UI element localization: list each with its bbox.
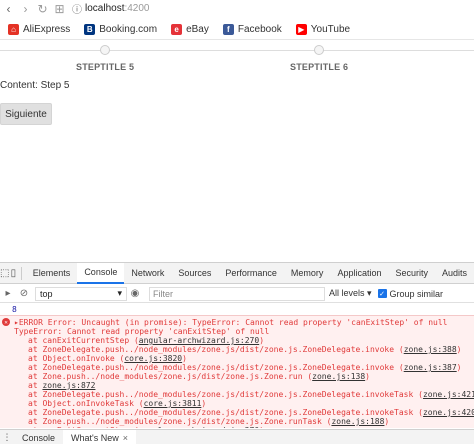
stack-trace-line: at ZoneDelegate.push../node_modules/zone… <box>28 390 474 399</box>
booking-icon: B <box>84 24 96 35</box>
bookmark-aliexpress[interactable]: ⌂ AliExpress <box>8 24 70 35</box>
error-text-line: TypeError: Cannot read property 'canExit… <box>14 327 270 336</box>
tab-network[interactable]: Network <box>124 263 171 284</box>
console-log-number: 8 <box>12 305 17 314</box>
step-title-5[interactable]: STEPTITLE 5 <box>76 62 134 72</box>
error-icon: ✕ <box>2 318 10 326</box>
stack-trace-line: at ZoneDelegate.push../node_modules/zone… <box>28 345 462 354</box>
ebay-icon: e <box>171 24 183 35</box>
source-link[interactable]: zone.js:421 <box>423 390 474 399</box>
close-icon[interactable]: × <box>123 433 128 443</box>
source-link[interactable]: core.js:3820 <box>124 354 182 363</box>
stack-trace-line: at canExitCurrentStep (angular-archwizar… <box>28 336 265 345</box>
device-toggle-icon[interactable]: ▯ <box>9 263 17 284</box>
bookmark-label: Facebook <box>237 24 282 35</box>
console-output: 8 ✕ ▸ERROR Error: Uncaught (in promise):… <box>0 304 474 428</box>
step-title-6[interactable]: STEPTITLE 6 <box>290 62 348 72</box>
clear-console-icon[interactable]: ⊘ <box>16 285 32 303</box>
stack-trace-line: at Object.onInvokeTask (core.js:3811) <box>28 399 207 408</box>
forward-arrow-icon[interactable]: › <box>17 0 34 17</box>
stepper-line <box>0 50 474 51</box>
bookmark-facebook[interactable]: f Facebook <box>222 24 282 35</box>
devtools-drawer-tabbar: ⋮ Console What's New × <box>0 429 474 444</box>
tab-memory[interactable]: Memory <box>284 263 331 284</box>
eye-icon[interactable]: ◉ <box>127 285 143 303</box>
tab-performance[interactable]: Performance <box>218 263 284 284</box>
stack-trace-line: at canExitCurrentStep (angular-archwizar… <box>0 426 474 428</box>
sidebar-toggle-icon[interactable]: ▸ <box>0 285 16 303</box>
bookmark-ebay[interactable]: e eBay <box>171 24 209 35</box>
tab-application[interactable]: Application <box>330 263 388 284</box>
context-select[interactable]: top ▾ <box>35 286 127 301</box>
aliexpress-icon: ⌂ <box>8 24 19 35</box>
source-link[interactable]: zone.js:872 <box>42 381 95 390</box>
youtube-icon: ▶ <box>295 24 307 35</box>
tab-audits[interactable]: Audits <box>435 263 474 284</box>
info-icon: ⓘ <box>72 5 82 16</box>
stack-trace-line: at zone.js:872 <box>28 381 96 390</box>
tab-elements[interactable]: Elements <box>26 263 78 284</box>
bookmark-label: Booking.com <box>99 24 158 35</box>
bookmarks-bar: ⌂ AliExpress B Booking.com e eBay f Facebook ▶ Yo… <box>0 20 474 40</box>
source-link[interactable]: angular-archwizard.js:270 <box>139 336 259 345</box>
step-content: Content: Step 5 <box>0 80 70 91</box>
back-arrow-icon[interactable]: ‹ <box>0 0 17 17</box>
devtools-panel: ⬚ ▯ Elements Console Network Sources Perform… <box>0 262 474 444</box>
console-error-message[interactable]: ✕ ▸ERROR Error: Uncaught (in promise): T… <box>0 315 474 428</box>
source-link[interactable]: zone.js:387 <box>404 363 457 372</box>
tab-sources[interactable]: Sources <box>171 263 218 284</box>
drawer-menu-icon[interactable]: ⋮ <box>0 432 14 443</box>
group-similar-checkbox[interactable]: ✓ Group similar <box>377 288 444 299</box>
filter-placeholder: Filter <box>153 288 173 299</box>
source-link[interactable]: core.js:3811 <box>144 399 202 408</box>
filter-input[interactable]: Filter <box>149 286 325 301</box>
bookmark-label: YouTube <box>310 24 351 35</box>
apps-grid-icon[interactable]: ⊞ <box>51 0 68 17</box>
drawer-tab-label: What's New <box>71 432 119 443</box>
reload-icon[interactable]: ↻ <box>34 0 51 17</box>
bookmark-label: eBay <box>186 24 209 35</box>
next-button[interactable]: Siguiente <box>0 103 52 125</box>
bookmark-youtube[interactable]: ▶ YouTube <box>295 24 351 35</box>
context-label: top <box>40 288 53 299</box>
source-link[interactable]: zone.js:420 <box>423 408 474 417</box>
drawer-tab-what-s-new[interactable]: What's New × <box>63 429 137 444</box>
tab-console[interactable]: Console <box>77 262 125 284</box>
console-filter-bar: ▸ ⊘ top ▾ ◉ Filter All levels ▾ ✓ Group … <box>0 285 474 303</box>
step-dot-6[interactable] <box>314 45 324 55</box>
checkbox-checked-icon: ✓ <box>377 289 387 298</box>
address-bar[interactable]: ⓘ localhost:4200 <box>72 0 150 17</box>
stack-trace-line: at ZoneDelegate.push../node_modules/zone… <box>28 363 462 372</box>
tab-security[interactable]: Security <box>388 263 435 284</box>
source-link[interactable]: zone.js:138 <box>312 372 365 381</box>
levels-select[interactable]: All levels ▾ <box>329 288 372 299</box>
bookmark-booking[interactable]: B Booking.com <box>84 24 157 35</box>
group-similar-label: Group similar <box>389 288 444 299</box>
bookmark-label: AliExpress <box>23 24 71 35</box>
stack-trace-line: at Object.onInvoke (core.js:3820) <box>28 354 187 363</box>
devtools-tabbar: ⬚ ▯ Elements Console Network Sources Perform… <box>0 262 474 284</box>
chevron-down-icon: ▾ <box>117 288 122 298</box>
drawer-tab-label: Console <box>22 432 56 443</box>
source-link[interactable]: angular-archwizard.js:270 <box>139 426 259 428</box>
stack-trace-line: at Zone.push../node_modules/zone.js/dist… <box>28 417 390 426</box>
drawer-tab-console[interactable]: Console <box>14 430 63 444</box>
step-dot-5[interactable] <box>100 45 110 55</box>
source-link[interactable]: zone.js:388 <box>404 345 457 354</box>
stack-trace-line: at Zone.push../node_modules/zone.js/dist… <box>28 372 370 381</box>
stack-trace-line: at ZoneDelegate.push../node_modules/zone… <box>28 408 474 417</box>
facebook-icon: f <box>222 24 234 35</box>
error-text-line: ▸ERROR Error: Uncaught (in promise): Typ… <box>14 318 448 327</box>
url-text: localhost:4200 <box>85 3 150 14</box>
browser-toolbar: ‹ › ↻ ⊞ ⓘ localhost:4200 <box>0 0 474 17</box>
inspect-icon[interactable]: ⬚ <box>0 263 9 284</box>
source-link[interactable]: zone.js:188 <box>331 417 384 426</box>
